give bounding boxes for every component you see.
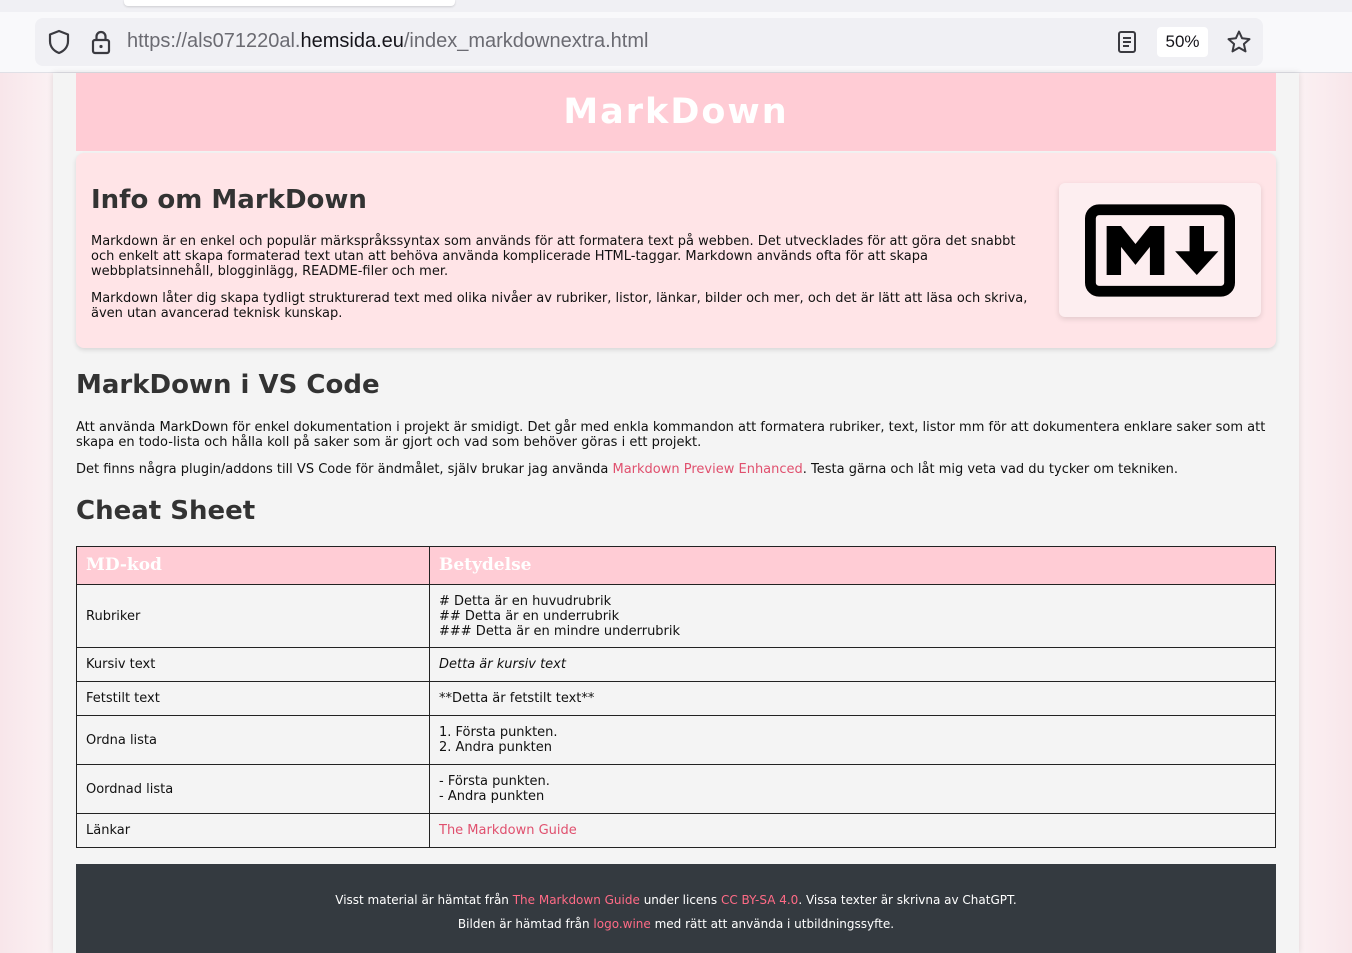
info-card: Info om MarkDown Markdown är en enkel oc…	[76, 153, 1276, 348]
table-row: Kursiv text Detta är kursiv text	[76, 647, 1276, 682]
footer-markdown-guide-link[interactable]: The Markdown Guide	[513, 893, 640, 907]
cheatsheet-heading: Cheat Sheet	[76, 496, 256, 526]
row-value: **Detta är fetstilt text**	[429, 681, 1276, 716]
reader-view-icon[interactable]	[1113, 28, 1141, 56]
table-row: Rubriker # Detta är en huvudrubrik ## De…	[76, 584, 1276, 648]
vscode-paragraph-1: Att använda MarkDown för enkel dokumenta…	[76, 420, 1266, 450]
footer-license-link[interactable]: CC BY-SA 4.0	[721, 893, 798, 907]
row-value: - Första punkten. - Andra punkten	[429, 764, 1276, 814]
row-label: Kursiv text	[76, 647, 430, 682]
info-heading: Info om MarkDown	[91, 185, 367, 215]
markdown-guide-link[interactable]: The Markdown Guide	[439, 823, 577, 838]
zoom-level-button[interactable]: 50%	[1157, 27, 1208, 57]
url-text[interactable]: https://als071220al.hemsida.eu/index_mar…	[127, 30, 648, 53]
browser-toolbar: https://als071220al.hemsida.eu/index_mar…	[0, 12, 1352, 73]
info-paragraph-1: Markdown är en enkel och populär märkspr…	[91, 234, 1016, 279]
vscode-p2-text-a: Det finns några plugin/addons till VS Co…	[76, 462, 613, 477]
table-row: Ordna lista 1. Första punkten. 2. Andra …	[76, 715, 1276, 765]
table-row: Oordnad lista - Första punkten. - Andra …	[76, 764, 1276, 814]
cheatsheet-table: MD-kod Betydelse Rubriker # Detta är en …	[76, 546, 1276, 848]
row-label: Fetstilt text	[76, 681, 430, 716]
lock-icon[interactable]	[87, 28, 115, 56]
vscode-p2-text-b: . Testa gärna och låt mig veta vad du ty…	[802, 462, 1179, 477]
shield-icon[interactable]	[45, 28, 73, 56]
footer-text: under licens	[639, 893, 721, 907]
vscode-heading: MarkDown i VS Code	[76, 370, 380, 400]
markdown-logo-card	[1059, 183, 1261, 317]
value-line: # Detta är en huvudrubrik	[439, 593, 612, 609]
footer-text: med rätt att använda i utbildningssyfte.	[650, 917, 895, 931]
row-label: Rubriker	[76, 584, 430, 648]
table-header-row: MD-kod Betydelse	[76, 546, 1276, 585]
url-domain: hemsida.eu	[300, 30, 404, 52]
value-line: 1. Första punkten.	[439, 725, 558, 740]
value-line: - Andra punkten	[439, 789, 545, 804]
site-header: MarkDown	[76, 73, 1276, 151]
footer-text: Visst material är hämtat från	[335, 893, 513, 907]
page-container: MarkDown Info om MarkDown Markdown är en…	[53, 73, 1299, 953]
row-value: 1. Första punkten. 2. Andra punkten	[429, 715, 1276, 765]
table-row: Fetstilt text **Detta är fetstilt text**	[76, 681, 1276, 716]
info-paragraph-2: Markdown låter dig skapa tydligt struktu…	[91, 291, 1028, 321]
footer-text: Bilden är hämtad från	[457, 917, 594, 931]
footer-line-2: Bilden är hämtad från logo.wine med rätt…	[76, 917, 1276, 931]
table-row: Länkar The Markdown Guide	[76, 813, 1276, 848]
address-bar[interactable]: https://als071220al.hemsida.eu/index_mar…	[35, 18, 1263, 66]
footer-text: . Vissa texter är skrivna av ChatGPT.	[798, 893, 1017, 907]
site-title: MarkDown	[563, 92, 789, 132]
tab-strip	[0, 0, 1352, 12]
column-header-betydelse: Betydelse	[429, 546, 1276, 585]
footer-line-1: Visst material är hämtat från The Markdo…	[76, 893, 1276, 907]
footer-logo-wine-link[interactable]: logo.wine	[593, 917, 650, 931]
row-label: Ordna lista	[76, 715, 430, 765]
markdown-logo-icon	[1085, 203, 1235, 297]
column-header-md-kod: MD-kod	[76, 546, 430, 585]
row-value: # Detta är en huvudrubrik ## Detta är en…	[429, 584, 1276, 648]
row-label: Oordnad lista	[76, 764, 430, 814]
web-page: MarkDown Info om MarkDown Markdown är en…	[0, 73, 1352, 953]
value-line: 2. Andra punkten	[439, 740, 552, 755]
active-tab[interactable]	[124, 0, 455, 6]
vscode-paragraph-2: Det finns några plugin/addons till VS Co…	[76, 462, 1276, 477]
bookmark-star-icon[interactable]	[1225, 28, 1253, 56]
row-label: Länkar	[76, 813, 430, 848]
url-path: /index_markdownextra.html	[403, 30, 649, 52]
row-value: The Markdown Guide	[429, 813, 1276, 848]
site-footer: Visst material är hämtat från The Markdo…	[76, 864, 1276, 953]
row-value: Detta är kursiv text	[429, 647, 1276, 682]
markdown-preview-enhanced-link[interactable]: Markdown Preview Enhanced	[612, 462, 802, 477]
value-line: ### Detta är en mindre underrubrik	[439, 623, 681, 639]
url-prefix: https://als071220al.	[127, 30, 301, 52]
value-line: ## Detta är en underrubrik	[439, 608, 620, 624]
value-line: - Första punkten.	[439, 774, 550, 789]
